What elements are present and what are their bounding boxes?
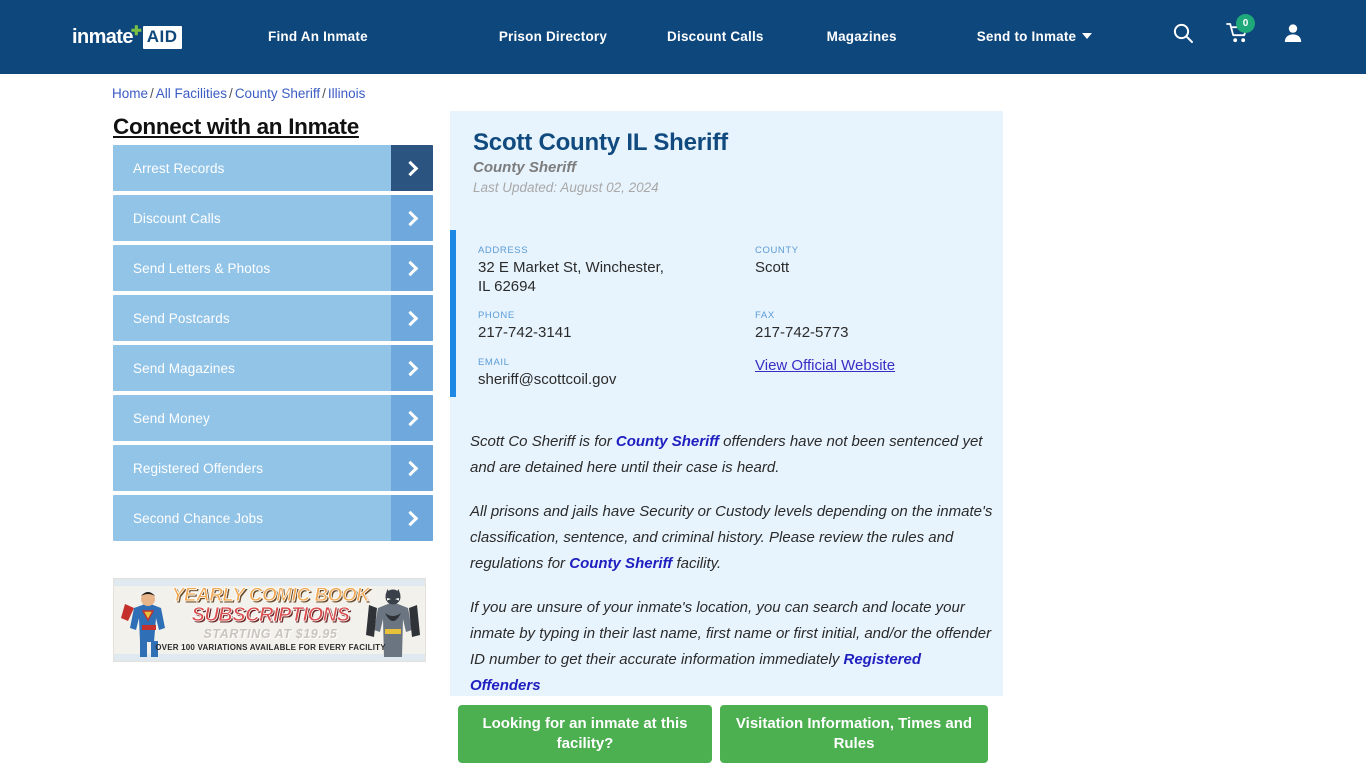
view-official-website-link[interactable]: View Official Website	[755, 357, 895, 374]
website-field: View Official Website	[755, 357, 985, 375]
chevron-right-icon	[391, 295, 433, 341]
breadcrumb-item-all-facilities[interactable]: All Facilities	[156, 86, 227, 101]
sidebar-heading: Connect with an Inmate	[113, 114, 359, 139]
main-navigation: Find An Inmate Prison Directory Discount…	[268, 29, 1093, 44]
chevron-right-icon	[391, 445, 433, 491]
ad-line-2: SUBSCRIPTIONS	[191, 604, 350, 627]
nav-item-find-an-inmate[interactable]: Find An Inmate	[268, 29, 368, 44]
comic-book-ad-banner[interactable]: YEARLY COMIC BOOK SUBSCRIPTIONS STARTING…	[113, 578, 426, 662]
header-icon-group: 0	[1172, 14, 1304, 49]
breadcrumb-item-illinois[interactable]: Illinois	[328, 86, 366, 101]
address-line-1: 32 E Market St, Winchester,	[478, 259, 664, 276]
sidebar-item-send-letters-photos[interactable]: Send Letters & Photos	[113, 245, 433, 291]
sidebar-item-second-chance-jobs[interactable]: Second Chance Jobs	[113, 495, 433, 541]
p2-county-sheriff-link[interactable]: County Sheriff	[569, 555, 672, 572]
cta-button-row: Looking for an inmate at this facility? …	[458, 705, 988, 763]
description-paragraph-1: Scott Co Sheriff is for County Sheriff o…	[470, 429, 995, 481]
sidebar-item-arrest-records[interactable]: Arrest Records	[113, 145, 433, 191]
description-paragraph-3: If you are unsure of your inmate's locat…	[470, 595, 995, 699]
county-value: Scott	[755, 259, 790, 276]
sidebar-item-label: Arrest Records	[133, 160, 225, 176]
breadcrumb: Home / All Facilities / County Sheriff / Illin…	[112, 86, 365, 101]
nav-item-discount-calls[interactable]: Discount Calls	[667, 29, 764, 44]
breadcrumb-item-county-sheriff[interactable]: County Sheriff	[235, 86, 320, 101]
accent-bar	[450, 230, 456, 397]
sidebar-item-registered-offenders[interactable]: Registered Offenders	[113, 445, 433, 491]
email-label: EMAIL	[478, 357, 510, 368]
address-label: ADDRESS	[478, 245, 529, 256]
p1-county-sheriff-link[interactable]: County Sheriff	[616, 433, 719, 450]
sidebar-item-label: Send Postcards	[133, 310, 230, 326]
ad-line-4: OVER 100 VARIATIONS AVAILABLE FOR EVERY …	[155, 643, 386, 652]
fax-field: FAX 217-742-5773	[755, 310, 985, 342]
email-field: EMAIL sheriff@scottcoil.gov	[478, 357, 738, 389]
p2-text-a: All prisons and jails have Security or C…	[470, 503, 993, 572]
fax-value: 217-742-5773	[755, 324, 849, 341]
fax-label: FAX	[755, 310, 775, 321]
chevron-right-icon	[391, 145, 433, 191]
chevron-right-icon	[391, 345, 433, 391]
county-field: COUNTY Scott	[755, 245, 985, 277]
address-value: 32 E Market St, Winchester, IL 62694	[478, 258, 738, 296]
last-updated: Last Updated: August 02, 2024	[473, 180, 659, 195]
sidebar-item-send-money[interactable]: Send Money	[113, 395, 433, 441]
logo-plus-icon: ✚	[130, 23, 142, 38]
logo-aid: AID	[142, 25, 182, 49]
address-field: ADDRESS 32 E Market St, Winchester, IL 6…	[478, 245, 738, 296]
email-value: sheriff@scottcoil.gov	[478, 371, 617, 388]
phone-label: PHONE	[478, 310, 515, 321]
logo-word: inmate	[72, 26, 133, 48]
facility-info-block: ADDRESS 32 E Market St, Winchester, IL 6…	[450, 223, 1003, 398]
chevron-right-icon	[391, 195, 433, 241]
visitation-info-button[interactable]: Visitation Information, Times and Rules	[720, 705, 988, 763]
ad-line-3: STARTING AT $19.95	[203, 627, 338, 641]
sidebar-item-label: Discount Calls	[133, 210, 221, 226]
sidebar-item-label: Send Letters & Photos	[133, 260, 271, 276]
breadcrumb-item-home[interactable]: Home	[112, 86, 148, 101]
breadcrumb-separator: /	[322, 86, 326, 101]
cart-icon[interactable]: 0	[1226, 14, 1255, 49]
facility-card: Scott County IL Sheriff County Sheriff L…	[450, 111, 1003, 696]
facility-description: Scott Co Sheriff is for County Sheriff o…	[470, 429, 995, 717]
nav-item-magazines[interactable]: Magazines	[827, 29, 897, 44]
p2-text-b: facility.	[672, 555, 722, 572]
cart-count-badge: 0	[1236, 14, 1255, 33]
sidebar-item-send-magazines[interactable]: Send Magazines	[113, 345, 433, 391]
chevron-down-icon	[1082, 33, 1093, 39]
user-icon[interactable]	[1282, 22, 1304, 49]
chevron-right-icon	[391, 245, 433, 291]
site-logo[interactable]: inmate ✚ AID	[72, 23, 182, 50]
site-header: inmate ✚ AID Find An Inmate Prison Direc…	[0, 0, 1366, 74]
search-icon[interactable]	[1172, 22, 1194, 49]
chevron-right-icon	[391, 395, 433, 441]
sidebar-menu: Arrest Records Discount Calls Send Lette…	[113, 145, 433, 545]
breadcrumb-separator: /	[150, 86, 154, 101]
nav-item-send-to-inmate-label: Send to Inmate	[976, 29, 1077, 44]
nav-item-prison-directory[interactable]: Prison Directory	[499, 29, 607, 44]
facility-type: County Sheriff	[473, 159, 577, 176]
address-line-2: IL 62694	[478, 278, 536, 295]
p1-text-a: Scott Co Sheriff is for	[470, 433, 616, 450]
description-paragraph-2: All prisons and jails have Security or C…	[470, 499, 995, 577]
sidebar-item-discount-calls[interactable]: Discount Calls	[113, 195, 433, 241]
sidebar-item-label: Second Chance Jobs	[133, 510, 264, 526]
page-title: Scott County IL Sheriff	[473, 129, 728, 156]
phone-field: PHONE 217-742-3141	[478, 310, 738, 342]
sidebar-item-label: Send Magazines	[133, 360, 235, 376]
breadcrumb-separator: /	[229, 86, 233, 101]
sidebar-item-label: Send Money	[133, 410, 210, 426]
nav-item-send-to-inmate[interactable]: Send to Inmate	[977, 29, 1093, 44]
find-inmate-button[interactable]: Looking for an inmate at this facility?	[458, 705, 712, 763]
county-label: COUNTY	[755, 245, 799, 256]
phone-value: 217-742-3141	[478, 324, 572, 341]
chevron-right-icon	[391, 495, 433, 541]
sidebar-item-label: Registered Offenders	[133, 460, 264, 476]
sidebar-item-send-postcards[interactable]: Send Postcards	[113, 295, 433, 341]
